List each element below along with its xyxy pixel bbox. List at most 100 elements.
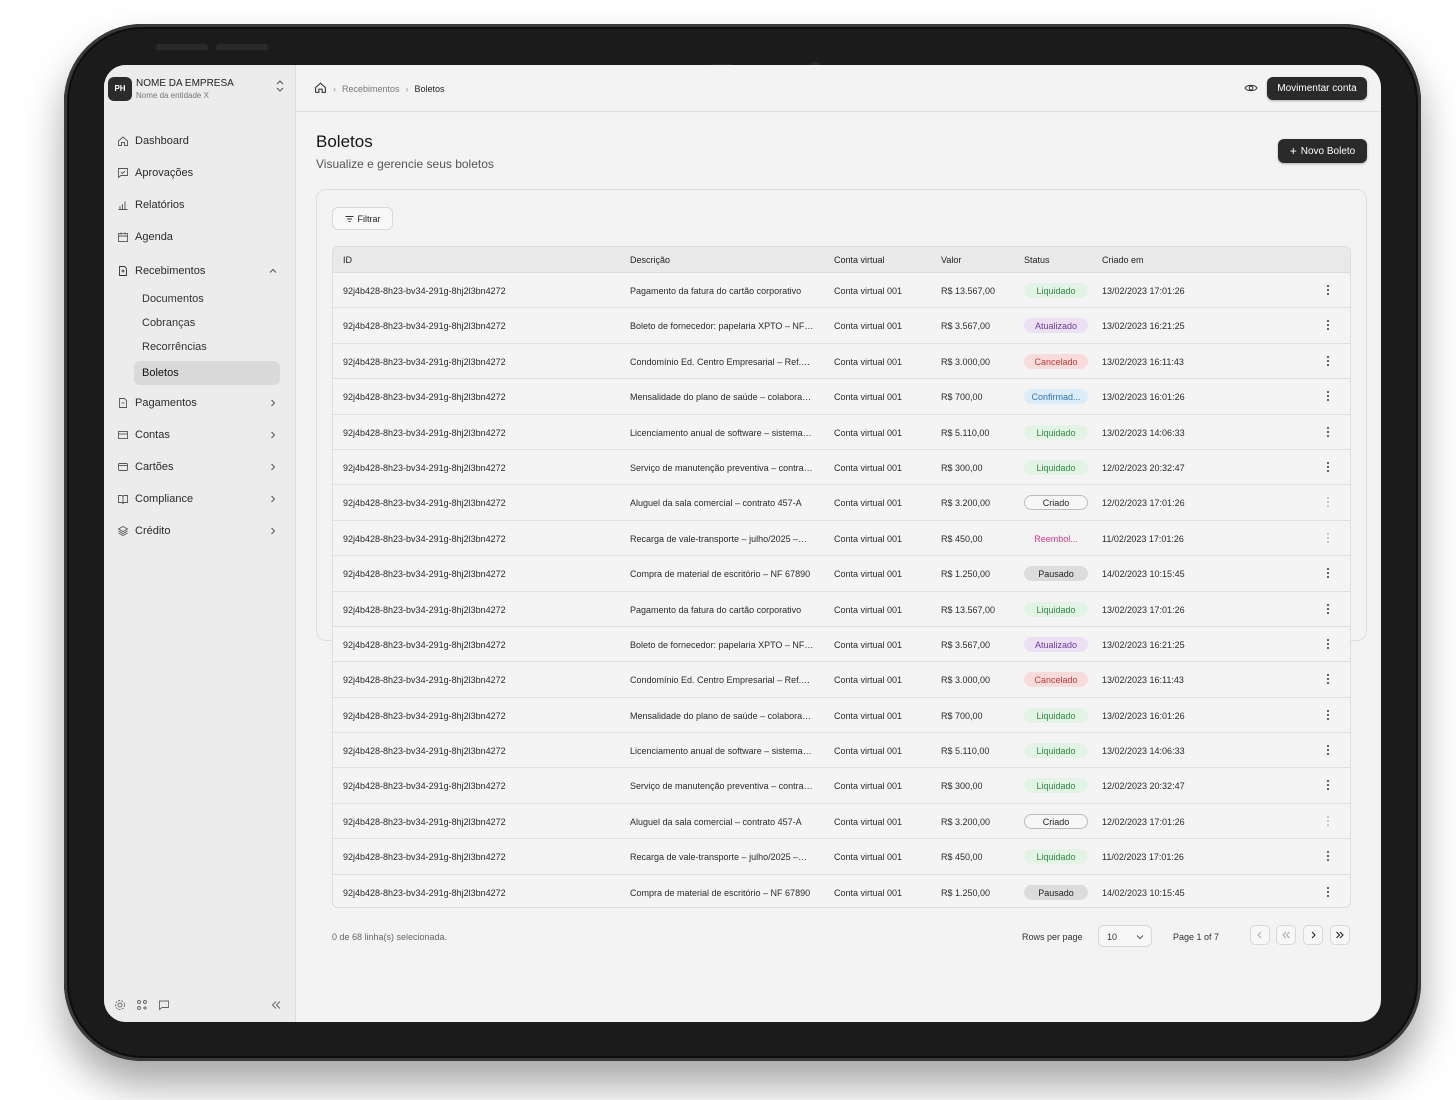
cell-descricao: Pagamento da fatura do cartão corporativ… bbox=[630, 604, 802, 615]
table-row[interactable]: 92j4b428-8h23-bv34-291g-8hj2l3bn4272 Comp… bbox=[333, 556, 1350, 592]
row-actions-icon[interactable] bbox=[1323, 602, 1333, 616]
cell-valor: R$ 13.567,00 bbox=[941, 286, 996, 296]
column-header-id[interactable]: ID bbox=[343, 255, 352, 265]
row-actions-icon[interactable] bbox=[1323, 460, 1333, 474]
home-icon[interactable] bbox=[314, 81, 327, 96]
cell-valor: R$ 3.567,00 bbox=[941, 639, 991, 650]
row-actions-icon[interactable] bbox=[1323, 566, 1333, 580]
cell-id: 92j4b428-8h23-bv34-291g-8hj2l3bn4272 bbox=[343, 569, 506, 580]
sidebar-item-recebimentos[interactable]: Recebimentos bbox=[104, 255, 296, 287]
row-actions-icon[interactable] bbox=[1323, 814, 1333, 828]
table-row[interactable]: 92j4b428-8h23-bv34-291g-8hj2l3bn4272 Alug… bbox=[333, 485, 1350, 521]
chevrons-up-down-icon bbox=[276, 80, 284, 93]
cell-criado-em: 13/02/2023 16:11:43 bbox=[1102, 675, 1184, 686]
breadcrumb: › Recebimentos › Boletos bbox=[314, 81, 445, 96]
sidebar-item-contas[interactable]: Contas bbox=[104, 419, 296, 451]
column-header-status[interactable]: Status bbox=[1024, 255, 1050, 265]
row-actions-icon[interactable] bbox=[1323, 708, 1333, 722]
row-actions-icon[interactable] bbox=[1323, 318, 1333, 332]
table-row[interactable]: 92j4b428-8h23-bv34-291g-8hj2l3bn4272 Lice… bbox=[333, 415, 1350, 450]
rows-per-page-select[interactable]: 10 bbox=[1098, 925, 1152, 947]
previous-page-button[interactable] bbox=[1250, 925, 1270, 945]
table-row[interactable]: 92j4b428-8h23-bv34-291g-8hj2l3bn4272 Bole… bbox=[333, 308, 1350, 344]
table-row[interactable]: 92j4b428-8h23-bv34-291g-8hj2l3bn4272 Comp… bbox=[333, 875, 1350, 907]
credit-card-icon bbox=[117, 461, 129, 473]
row-actions-icon[interactable] bbox=[1323, 389, 1333, 403]
table-row[interactable]: 92j4b428-8h23-bv34-291g-8hj2l3bn4272 Paga… bbox=[333, 273, 1350, 309]
cell-descricao: Mensalidade do plano de saúde – colabora… bbox=[630, 710, 812, 721]
table-row[interactable]: 92j4b428-8h23-bv34-291g-8hj2l3bn4272 Mens… bbox=[333, 379, 1350, 415]
table-row[interactable]: 92j4b428-8h23-bv34-291g-8hj2l3bn4272 Serv… bbox=[333, 768, 1350, 804]
row-actions-icon[interactable] bbox=[1323, 425, 1333, 439]
eye-icon[interactable] bbox=[1244, 82, 1258, 94]
table-row[interactable]: 92j4b428-8h23-bv34-291g-8hj2l3bn4272 Alug… bbox=[333, 804, 1350, 840]
row-actions-icon[interactable] bbox=[1323, 354, 1333, 368]
move-account-button[interactable]: Movimentar conta bbox=[1267, 77, 1367, 100]
cell-id: 92j4b428-8h23-bv34-291g-8hj2l3bn4272 bbox=[343, 286, 506, 296]
table-row[interactable]: 92j4b428-8h23-bv34-291g-8hj2l3bn4272 Reca… bbox=[333, 839, 1350, 875]
submenu-item-documentos[interactable]: Documentos bbox=[134, 287, 280, 311]
sidebar-item-relatorios[interactable]: Relatórios bbox=[104, 189, 296, 221]
cell-id: 92j4b428-8h23-bv34-291g-8hj2l3bn4272 bbox=[343, 816, 506, 827]
chevron-right-icon: › bbox=[405, 83, 409, 94]
sidebar-item-compliance[interactable]: Compliance bbox=[104, 483, 296, 515]
chat-icon[interactable] bbox=[158, 998, 170, 1011]
breadcrumb-recebimentos[interactable]: Recebimentos bbox=[342, 84, 400, 94]
row-actions-icon[interactable] bbox=[1323, 849, 1333, 863]
row-actions-icon[interactable] bbox=[1323, 637, 1333, 651]
cell-descricao: Recarga de vale-transporte – julho/2025 … bbox=[630, 852, 808, 863]
submenu-item-recorrencias[interactable]: Recorrências bbox=[134, 335, 280, 359]
row-actions-icon[interactable] bbox=[1323, 283, 1333, 297]
settings-icon[interactable] bbox=[114, 998, 126, 1010]
table-row[interactable]: 92j4b428-8h23-bv34-291g-8hj2l3bn4272 Cond… bbox=[333, 344, 1350, 380]
new-boleto-button[interactable]: + Novo Boleto bbox=[1278, 139, 1367, 163]
table-row[interactable]: 92j4b428-8h23-bv34-291g-8hj2l3bn4272 Mens… bbox=[333, 698, 1350, 734]
next-page-button[interactable] bbox=[1303, 925, 1323, 945]
table-row[interactable]: 92j4b428-8h23-bv34-291g-8hj2l3bn4272 Lice… bbox=[333, 733, 1350, 769]
column-header-descricao[interactable]: Descrição bbox=[630, 255, 670, 265]
cell-criado-em: 13/02/2023 16:11:43 bbox=[1102, 356, 1184, 367]
sidebar-nav: Dashboard Aprovações Relatórios Agenda R… bbox=[104, 125, 296, 547]
table-body: 92j4b428-8h23-bv34-291g-8hj2l3bn4272 Paga… bbox=[333, 273, 1350, 907]
submenu-item-boletos[interactable]: Boletos bbox=[134, 361, 280, 385]
row-actions-icon[interactable] bbox=[1323, 778, 1333, 792]
sidebar-item-label: Recebimentos bbox=[135, 265, 206, 277]
cell-conta-virtual: Conta virtual 001 bbox=[834, 675, 903, 686]
sidebar-item-cartoes[interactable]: Cartões bbox=[104, 451, 296, 483]
cell-id: 92j4b428-8h23-bv34-291g-8hj2l3bn4272 bbox=[343, 498, 506, 509]
sidebar-item-aprovacoes[interactable]: Aprovações bbox=[104, 157, 296, 189]
boletos-table: ID Descrição Conta virtual Valor Status … bbox=[332, 246, 1351, 908]
table-row[interactable]: 92j4b428-8h23-bv34-291g-8hj2l3bn4272 Cond… bbox=[333, 662, 1350, 698]
table-row[interactable]: 92j4b428-8h23-bv34-291g-8hj2l3bn4272 Paga… bbox=[333, 592, 1350, 627]
last-page-button[interactable] bbox=[1330, 925, 1350, 945]
sidebar-item-pagamentos[interactable]: Pagamentos bbox=[104, 387, 296, 419]
cell-criado-em: 13/02/2023 16:01:26 bbox=[1102, 710, 1185, 721]
row-actions-icon[interactable] bbox=[1323, 672, 1333, 686]
table-row[interactable]: 92j4b428-8h23-bv34-291g-8hj2l3bn4272 Serv… bbox=[333, 450, 1350, 486]
cell-valor: R$ 3.200,00 bbox=[941, 816, 991, 827]
row-actions-icon[interactable] bbox=[1323, 743, 1333, 757]
column-header-criado-em[interactable]: Criado em bbox=[1102, 255, 1144, 265]
column-header-conta-virtual[interactable]: Conta virtual bbox=[834, 255, 885, 265]
sidebar-item-dashboard[interactable]: Dashboard bbox=[104, 125, 296, 157]
cell-valor: R$ 13.567,00 bbox=[941, 604, 996, 615]
first-page-button[interactable] bbox=[1276, 925, 1296, 945]
filter-button[interactable]: Filtrar bbox=[332, 207, 393, 230]
sidebar-item-agenda[interactable]: Agenda bbox=[104, 221, 296, 253]
cell-descricao: Compra de material de escritório – NF 67… bbox=[630, 887, 811, 898]
organization-switcher[interactable]: PH NOME DA EMPRESA Nome da entidade X bbox=[108, 77, 292, 105]
calendar-icon bbox=[117, 231, 129, 243]
column-header-valor[interactable]: Valor bbox=[941, 255, 961, 265]
integrations-icon[interactable] bbox=[136, 998, 148, 1010]
sidebar-item-credito[interactable]: Crédito bbox=[104, 515, 296, 547]
table-row[interactable]: 92j4b428-8h23-bv34-291g-8hj2l3bn4272 Bole… bbox=[333, 627, 1350, 663]
table-row[interactable]: 92j4b428-8h23-bv34-291g-8hj2l3bn4272 Reca… bbox=[333, 521, 1350, 557]
row-actions-icon[interactable] bbox=[1323, 495, 1333, 509]
submenu-item-cobrancas[interactable]: Cobranças bbox=[134, 311, 280, 335]
page-info: Page 1 of 7 bbox=[1173, 932, 1220, 942]
row-actions-icon[interactable] bbox=[1323, 885, 1333, 899]
cell-conta-virtual: Conta virtual 001 bbox=[834, 781, 903, 792]
collapse-sidebar-icon[interactable] bbox=[270, 998, 282, 1010]
row-actions-icon[interactable] bbox=[1323, 531, 1333, 545]
cell-id: 92j4b428-8h23-bv34-291g-8hj2l3bn4272 bbox=[343, 427, 506, 438]
